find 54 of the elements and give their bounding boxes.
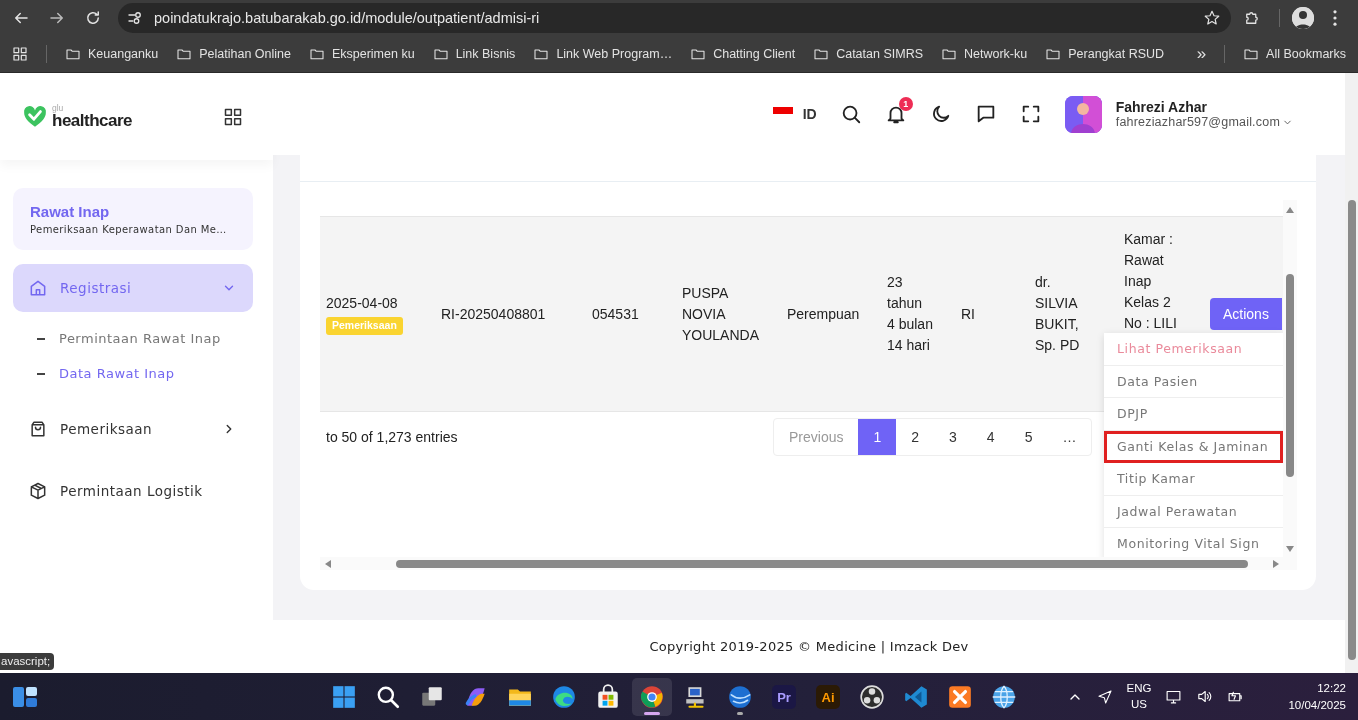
status-badge: Pemeriksaan <box>326 317 403 335</box>
table-cell-text: PUSPA NOVIA YOULANDA <box>682 283 761 345</box>
bookmark[interactable]: Keuanganku <box>65 45 159 62</box>
url-text: poindatukrajo.batubarakab.go.id/module/outpatient/admisi-ri <box>154 9 541 26</box>
page-button[interactable]: 4 <box>971 419 1010 455</box>
more-bookmarks-button[interactable]: » <box>1196 43 1207 64</box>
table-cell-text: 2025-04-08 <box>326 294 399 313</box>
status-tooltip: avascript; <box>0 653 55 670</box>
page-button[interactable]: 1 <box>858 419 897 455</box>
menu-option[interactable]: Ganti Kelas & Jaminan <box>1104 430 1283 463</box>
entries-info: to 50 of 1,273 entries <box>325 429 459 445</box>
page-button[interactable]: 2 <box>896 419 935 455</box>
user-email: fahreziazhar597@gmail.com <box>1115 115 1280 129</box>
page-button[interactable]: 5 <box>1009 419 1048 455</box>
module-title: Rawat Inap <box>30 203 111 220</box>
table-cell-text: RI <box>961 304 976 324</box>
footer-text: Copyright 2019-2025 © Medicine | Imzack Dev <box>273 620 1345 673</box>
actions-button[interactable]: Actions <box>1210 298 1282 330</box>
page-button[interactable]: … <box>1047 419 1092 455</box>
app-tile[interactable]: Pr <box>764 678 804 716</box>
menu-item[interactable]: Pemeriksaan <box>13 405 253 453</box>
table-cell-text: Perempuan <box>787 304 861 324</box>
bookmark[interactable]: Perangkat RSUD <box>1045 45 1165 62</box>
bookmark[interactable]: Catatan SIMRS <box>813 45 923 62</box>
clock-date[interactable]: 10/04/2025 <box>1288 696 1346 714</box>
user-name: Fahrezi Azhar <box>1115 99 1208 115</box>
language-selector[interactable]: ID <box>772 106 817 122</box>
submenu-item[interactable]: Permintaan Rawat Inap <box>13 321 253 356</box>
module-subtitle: Pemeriksaan Keperawatan Dan Me… <box>30 224 228 235</box>
app-logo: Ai <box>816 685 840 709</box>
clock-time[interactable]: 12:22 <box>1317 679 1346 697</box>
app-tile[interactable]: Ai <box>808 678 848 716</box>
input-language[interactable]: ENG <box>1126 681 1152 697</box>
notification-count: 1 <box>898 97 913 111</box>
bookmark[interactable]: Eksperimen ku <box>308 45 415 62</box>
all-bookmarks[interactable]: All Bookmarks <box>1243 45 1346 62</box>
table-cell-text: 054531 <box>592 304 640 324</box>
table-cell-text: dr. SILVIA BUKIT, Sp. PD <box>1035 273 1081 355</box>
page-button[interactable]: 3 <box>934 419 972 455</box>
menu-item[interactable]: Permintaan Logistik <box>13 467 253 515</box>
table-cell-text: 23 tahun 4 bulan 14 hari <box>887 273 934 355</box>
app-logo: Pr <box>772 685 796 709</box>
table-cell-text: RI-20250408801 <box>441 304 547 324</box>
table-cell-text: Kamar : Rawat Inap Kelas 2 No : LILI <box>1124 230 1178 333</box>
bookmark[interactable]: Network-ku <box>941 45 1028 62</box>
logo-text: healthcare <box>52 112 133 130</box>
bookmark[interactable]: Link Bisnis <box>432 45 516 62</box>
keyboard-region[interactable]: US <box>1131 696 1147 712</box>
address-bar[interactable]: poindatukrajo.batubarakab.go.id/module/outpatient/admisi-ri <box>118 2 1231 33</box>
submenu-item[interactable]: Data Rawat Inap <box>13 356 253 391</box>
logo-tagline: glu <box>52 103 65 113</box>
bookmark[interactable]: Link Web Program… <box>533 45 673 62</box>
bookmark[interactable]: Pelatihan Online <box>176 45 291 62</box>
bookmark[interactable]: Chatting Client <box>690 45 796 62</box>
